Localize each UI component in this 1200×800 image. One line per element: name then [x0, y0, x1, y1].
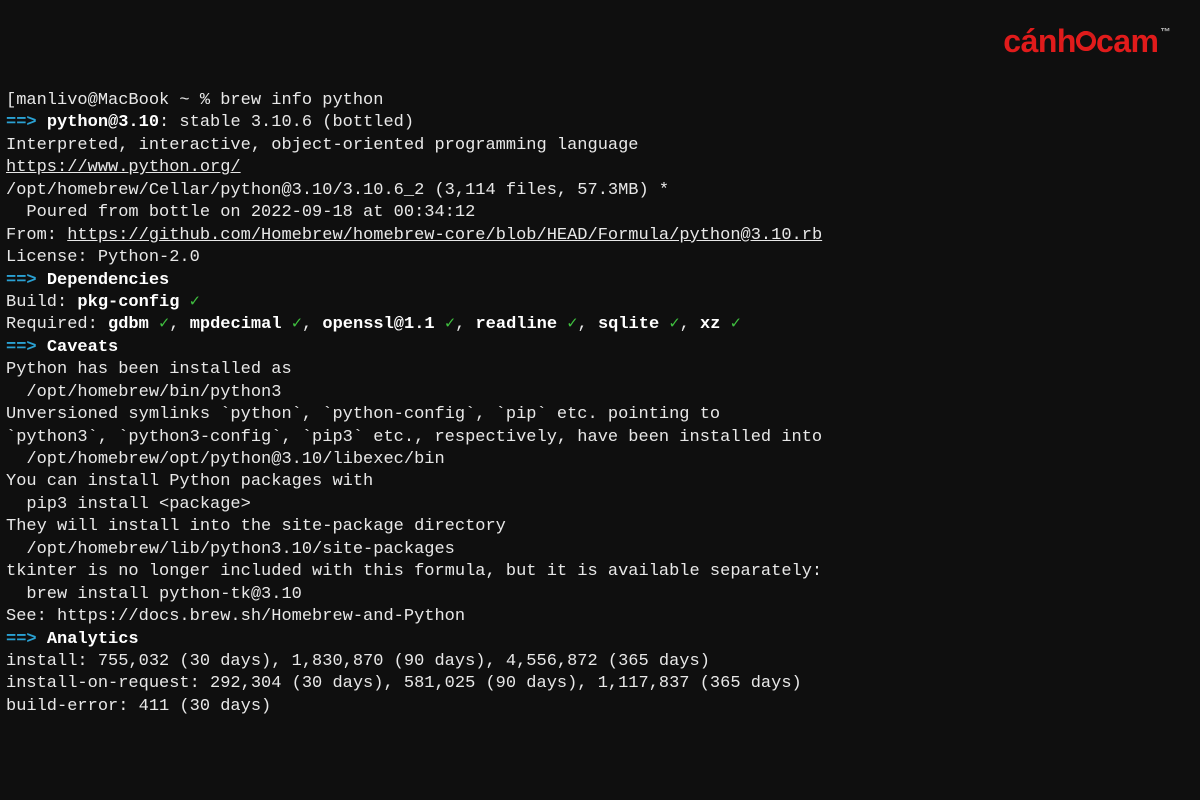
caveat-line: See: https://docs.brew.sh/Homebrew-and-P…	[6, 606, 1200, 628]
caveat-line: You can install Python packages with	[6, 471, 1200, 493]
analytics-row: install: 755,032 (30 days), 1,830,870 (9…	[6, 651, 1200, 673]
caveat-line: pip3 install <package>	[6, 494, 1200, 516]
terminal-output: [manlivo@MacBook ~ % brew info python ==…	[6, 90, 1200, 718]
deps-header: ==> Dependencies	[6, 270, 1200, 292]
homepage-link[interactable]: https://www.python.org/	[6, 157, 1200, 179]
check-icon: ✓	[731, 315, 741, 334]
caveat-line: /opt/homebrew/lib/python3.10/site-packag…	[6, 539, 1200, 561]
caveat-line: /opt/homebrew/opt/python@3.10/libexec/bi…	[6, 449, 1200, 471]
formula-link[interactable]: https://github.com/Homebrew/homebrew-cor…	[67, 226, 822, 245]
shell-prompt[interactable]: [manlivo@MacBook ~ % brew info python	[6, 90, 1200, 112]
brand-logo: cánh cam ™	[1003, 20, 1170, 62]
caveat-line: /opt/homebrew/bin/python3	[6, 382, 1200, 404]
check-icon: ✓	[567, 315, 577, 334]
logo-swirl-icon	[1075, 30, 1097, 52]
logo-text-2: cam	[1096, 20, 1159, 62]
logo-text-1: cánh	[1003, 20, 1076, 62]
caveat-line: They will install into the site-package …	[6, 516, 1200, 538]
required-deps: Required: gdbm ✓, mpdecimal ✓, openssl@1…	[6, 314, 1200, 336]
check-icon: ✓	[445, 315, 455, 334]
check-icon: ✓	[292, 315, 302, 334]
build-deps: Build: pkg-config ✓	[6, 292, 1200, 314]
caveats-header: ==> Caveats	[6, 337, 1200, 359]
analytics-header: ==> Analytics	[6, 629, 1200, 651]
from-line: From: https://github.com/Homebrew/homebr…	[6, 225, 1200, 247]
caveat-line: Unversioned symlinks `python`, `python-c…	[6, 404, 1200, 426]
caveat-line: Python has been installed as	[6, 359, 1200, 381]
package-header: ==> python@3.10: stable 3.10.6 (bottled)	[6, 112, 1200, 134]
cellar-path: /opt/homebrew/Cellar/python@3.10/3.10.6_…	[6, 180, 1200, 202]
trademark-icon: ™	[1161, 26, 1171, 39]
caveat-line: brew install python-tk@3.10	[6, 584, 1200, 606]
check-icon: ✓	[669, 315, 679, 334]
caveat-line: `python3`, `python3-config`, `pip3` etc.…	[6, 427, 1200, 449]
caveat-line: tkinter is no longer included with this …	[6, 561, 1200, 583]
poured-info: Poured from bottle on 2022-09-18 at 00:3…	[6, 202, 1200, 224]
analytics-row: install-on-request: 292,304 (30 days), 5…	[6, 673, 1200, 695]
analytics-row: build-error: 411 (30 days)	[6, 696, 1200, 718]
description: Interpreted, interactive, object-oriente…	[6, 135, 1200, 157]
check-icon: ✓	[159, 315, 169, 334]
license: License: Python-2.0	[6, 247, 1200, 269]
check-icon: ✓	[190, 293, 200, 312]
